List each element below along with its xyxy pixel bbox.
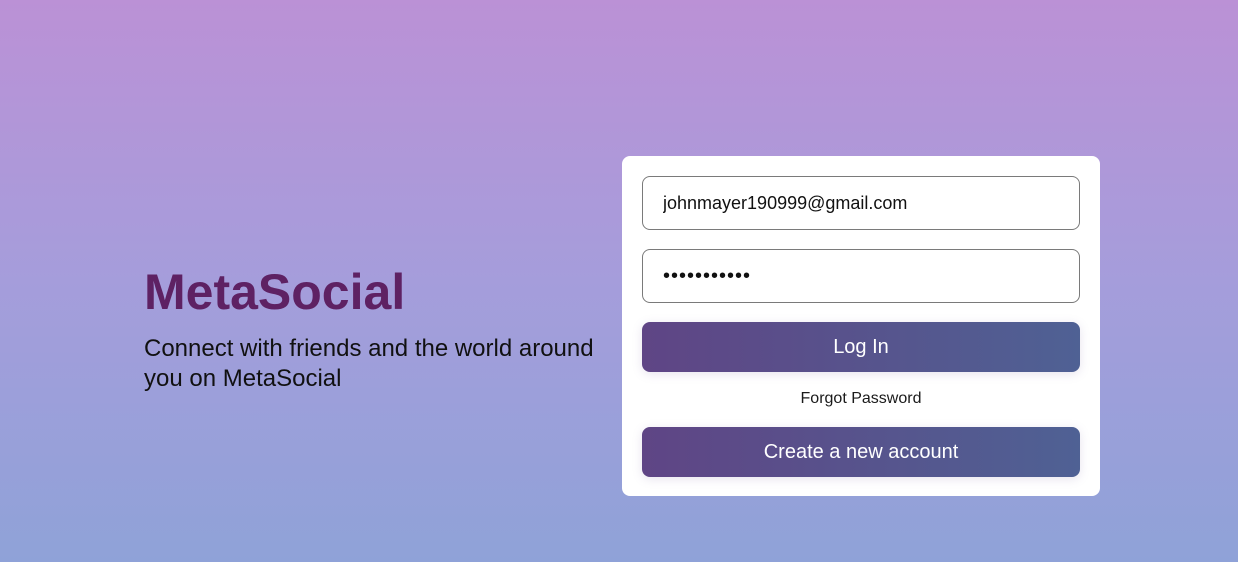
login-card: Log In Forgot Password Create a new acco…: [622, 156, 1100, 496]
forgot-password-link[interactable]: Forgot Password: [642, 389, 1080, 409]
email-input[interactable]: [642, 176, 1080, 230]
brand-section: MetaSocial Connect with friends and the …: [144, 262, 624, 394]
brand-title: MetaSocial: [144, 264, 406, 320]
create-account-button[interactable]: Create a new account: [642, 427, 1080, 477]
brand-tagline: Connect with friends and the world aroun…: [144, 335, 594, 392]
login-button[interactable]: Log In: [642, 322, 1080, 372]
password-input[interactable]: [642, 249, 1080, 303]
